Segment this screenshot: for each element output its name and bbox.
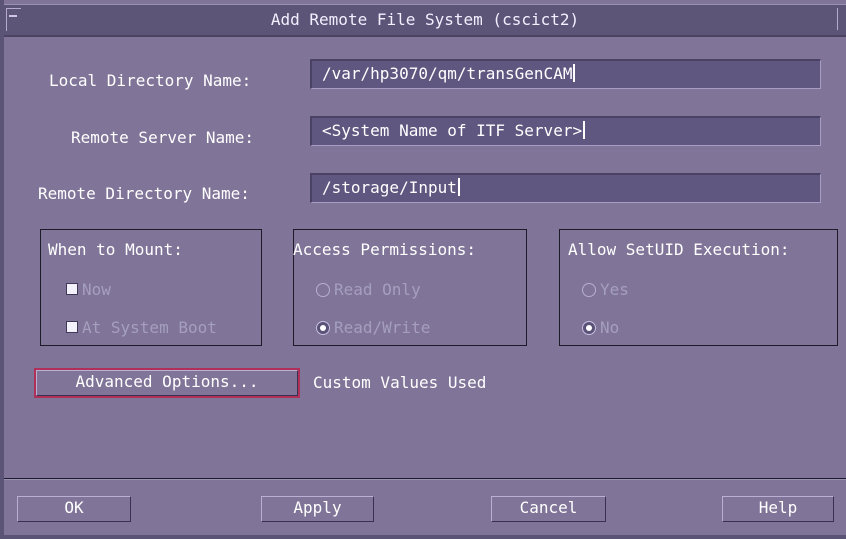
access-permissions-group: Access Permissions: Read Only Read/Write: [293, 229, 527, 346]
setuid-title: Allow SetUID Execution:: [568, 240, 790, 259]
advanced-options-button[interactable]: Advanced Options...: [34, 368, 300, 398]
setuid-group: Allow SetUID Execution: Yes No: [559, 229, 838, 346]
text-cursor: [583, 121, 586, 139]
read-write-label: Read/Write: [334, 318, 431, 337]
help-button[interactable]: Help: [722, 496, 834, 522]
now-label: Now: [82, 280, 111, 299]
local-directory-input[interactable]: /var/hp3070/qm/transGenCAM: [310, 59, 821, 89]
setuid-no-radio[interactable]: No: [582, 318, 619, 337]
text-cursor: [457, 178, 460, 196]
window-corner-icon[interactable]: [837, 8, 846, 30]
add-remote-fs-dialog: Add Remote File System (cscict2) Local D…: [0, 0, 846, 539]
ok-button[interactable]: OK: [17, 496, 131, 522]
remote-server-input[interactable]: <System Name of ITF Server>: [310, 116, 821, 146]
remote-directory-value: /storage/Input: [322, 178, 457, 197]
window-frame-bottom: [0, 535, 846, 539]
window-title: Add Remote File System (cscict2): [270, 10, 580, 29]
read-only-label: Read Only: [334, 280, 421, 299]
read-write-radio[interactable]: Read/Write: [316, 318, 430, 337]
read-only-radio[interactable]: Read Only: [316, 280, 421, 299]
radio-off-icon: [582, 283, 596, 297]
radio-on-icon: [582, 321, 596, 335]
radio-off-icon: [316, 283, 330, 297]
custom-values-status: Custom Values Used: [313, 373, 487, 392]
window-frame-left: [0, 0, 4, 539]
title-bar[interactable]: Add Remote File System (cscict2): [4, 4, 846, 37]
remote-server-value: <System Name of ITF Server>: [322, 121, 583, 140]
text-cursor: [573, 64, 576, 82]
at-system-boot-checkbox[interactable]: At System Boot: [66, 318, 217, 337]
at-system-boot-label: At System Boot: [82, 318, 217, 337]
remote-server-label: Remote Server Name:: [71, 128, 255, 147]
setuid-no-label: No: [600, 318, 620, 337]
access-permissions-title: Access Permissions:: [293, 240, 477, 259]
remote-directory-label: Remote Directory Name:: [38, 184, 250, 203]
checkbox-icon: [66, 283, 78, 295]
when-to-mount-group: When to Mount: Now At System Boot: [40, 229, 262, 346]
setuid-yes-label: Yes: [600, 280, 629, 299]
checkbox-icon: [66, 321, 78, 333]
now-checkbox[interactable]: Now: [66, 280, 111, 299]
local-directory-value: /var/hp3070/qm/transGenCAM: [322, 64, 573, 83]
cancel-button[interactable]: Cancel: [491, 496, 606, 522]
remote-directory-input[interactable]: /storage/Input: [310, 173, 821, 203]
radio-on-icon: [316, 321, 330, 335]
button-separator: [4, 478, 846, 480]
apply-button[interactable]: Apply: [261, 496, 374, 522]
setuid-yes-radio[interactable]: Yes: [582, 280, 629, 299]
local-directory-label: Local Directory Name:: [49, 71, 252, 90]
when-to-mount-title: When to Mount:: [48, 240, 183, 259]
